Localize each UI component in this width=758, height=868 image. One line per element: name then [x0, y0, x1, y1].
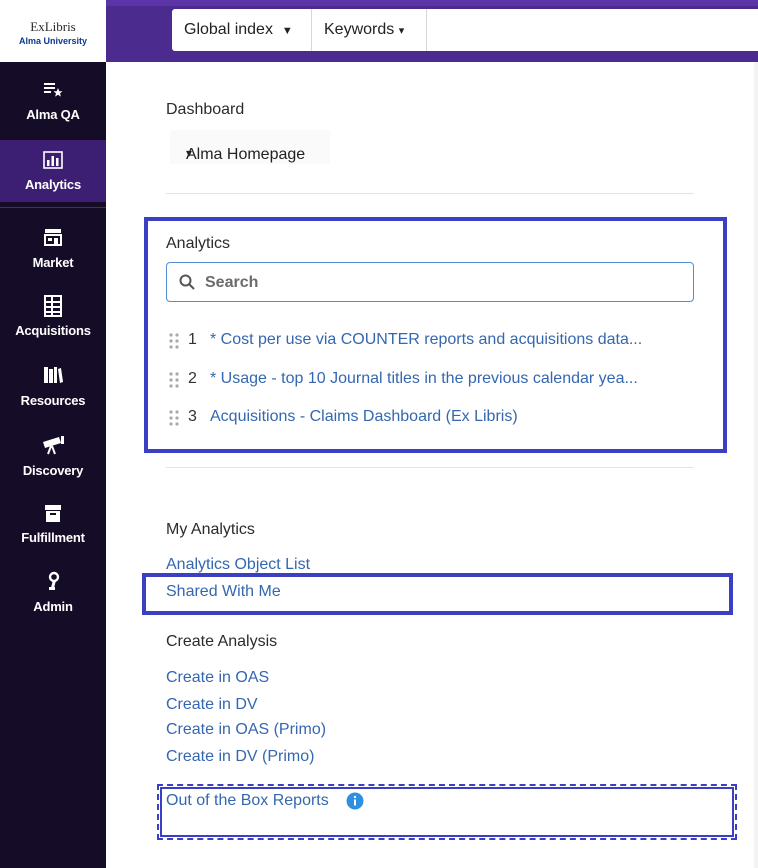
item-number: 3 [188, 408, 197, 425]
search-scope-dropdown[interactable]: Global index ▼ [172, 9, 311, 51]
create-in-dv-primo-link[interactable]: Create in DV (Primo) [166, 748, 314, 766]
archive-box-icon [0, 502, 106, 526]
nav-item-analytics[interactable]: Analytics [0, 140, 106, 202]
nav-divider [0, 207, 106, 208]
divider [426, 9, 427, 51]
create-in-dv-link[interactable]: Create in DV [166, 696, 258, 714]
nav-item-alma-qa[interactable]: Alma QA [0, 78, 106, 138]
analytics-search-input[interactable] [203, 271, 677, 295]
books-icon [0, 364, 106, 388]
analytics-object-list-link[interactable]: Analytics Object List [166, 556, 310, 574]
divider [166, 467, 694, 468]
list-item: 1 * Cost per use via COUNTER reports and… [166, 329, 666, 353]
logo-name: ExLibris [30, 19, 76, 34]
out-of-the-box-reports-link[interactable]: Out of the Box Reports [166, 792, 329, 810]
nav-label: Alma QA [26, 107, 80, 122]
bar-chart-icon [0, 150, 106, 174]
top-bar-accent [106, 0, 758, 6]
dashboard-select[interactable]: Alma Homepage ▾ [170, 130, 330, 164]
ledger-icon [0, 294, 106, 318]
search-field-label: Keywords [324, 21, 395, 38]
nav-label: Market [32, 255, 74, 270]
storefront-icon [0, 226, 106, 250]
shared-with-me-link[interactable]: Shared With Me [166, 583, 281, 601]
dashboard-selected-label: Alma Homepage [186, 146, 306, 163]
my-analytics-heading: My Analytics [166, 521, 255, 538]
item-number: 2 [188, 370, 197, 387]
divider [166, 193, 694, 194]
nav-label: Resources [20, 393, 86, 408]
analytics-search [166, 262, 694, 302]
caret-down-icon: ▾ [186, 146, 193, 160]
nav-label: Discovery [22, 463, 84, 478]
list-item: 2 * Usage - top 10 Journal titles in the… [166, 368, 666, 392]
create-in-oas-link[interactable]: Create in OAS [166, 669, 269, 687]
list-item: 3 Acquisitions - Claims Dashboard (Ex Li… [166, 406, 666, 430]
admin-wrench-icon [0, 570, 106, 594]
drag-handle-icon[interactable] [168, 410, 180, 426]
nav-item-market[interactable]: Market [0, 226, 106, 286]
search-icon [179, 274, 195, 290]
logo-institution: Alma University [18, 36, 88, 46]
nav-label: Acquisitions [15, 323, 91, 338]
report-link[interactable]: * Cost per use via COUNTER reports and a… [210, 331, 642, 349]
info-icon[interactable] [346, 792, 364, 810]
nav-item-discovery[interactable]: Discovery [0, 434, 106, 494]
nav-item-fulfillment[interactable]: Fulfillment [0, 502, 106, 562]
nav-label: Admin [33, 599, 73, 614]
item-number: 1 [188, 331, 197, 348]
drag-handle-icon[interactable] [168, 333, 180, 349]
telescope-icon [0, 434, 106, 458]
analytics-heading: Analytics [166, 235, 231, 252]
search-field-dropdown[interactable]: Keywords ▾ [312, 9, 426, 51]
create-in-oas-primo-link[interactable]: Create in OAS (Primo) [166, 721, 326, 739]
global-search-bar: Global index ▼ Keywords ▾ [172, 9, 758, 51]
drag-handle-icon[interactable] [168, 372, 180, 388]
report-link[interactable]: * Usage - top 10 Journal titles in the p… [210, 370, 638, 388]
logo[interactable]: ExLibris Alma University [0, 0, 107, 62]
report-link[interactable]: Acquisitions - Claims Dashboard (Ex Libr… [210, 408, 518, 426]
list-star-icon [0, 78, 106, 102]
nav-label: Fulfillment [21, 530, 85, 545]
dashboard-heading: Dashboard [166, 101, 245, 118]
caret-down-icon: ▾ [398, 25, 405, 37]
create-analysis-heading: Create Analysis [166, 633, 278, 650]
nav-label: Analytics [24, 177, 81, 192]
caret-down-icon: ▼ [281, 25, 293, 37]
nav-item-admin[interactable]: Admin [0, 570, 106, 630]
search-scope-label: Global index [184, 21, 273, 38]
nav-item-acquisitions[interactable]: Acquisitions [0, 294, 106, 354]
scroll-edge [754, 62, 758, 868]
nav-item-resources[interactable]: Resources [0, 364, 106, 424]
